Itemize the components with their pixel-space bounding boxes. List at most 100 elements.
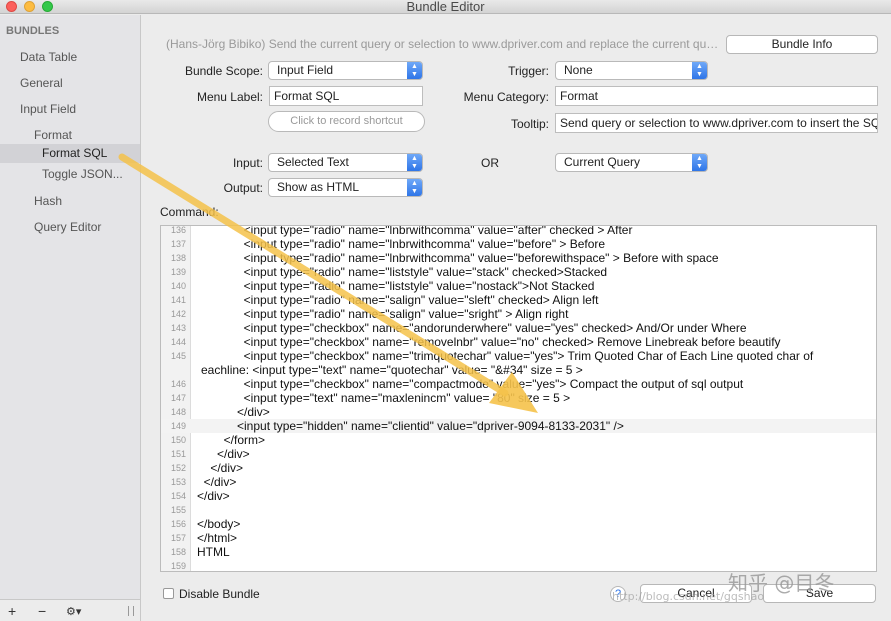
code-text: <input type="radio" name="liststyle" val… xyxy=(197,265,608,279)
code-text: </form> xyxy=(197,433,266,447)
code-line: 140 <input type="radio" name="liststyle"… xyxy=(161,279,876,293)
line-number: 158 xyxy=(170,547,186,557)
code-line: 147 <input type="text" name="maxlenincm"… xyxy=(161,391,876,405)
code-text: <input type="hidden" name="clientid" val… xyxy=(197,419,624,433)
code-text: <input type="checkbox" name="trimquotech… xyxy=(197,349,814,363)
line-number: 157 xyxy=(170,533,186,543)
sidebar-item-query-editor[interactable]: Query Editor xyxy=(34,220,101,234)
command-editor[interactable]: 136 <input type="radio" name="lnbrwithco… xyxy=(160,225,877,572)
chevron-updown-icon: ▲ ▼ xyxy=(407,154,422,171)
code-text: <input type="checkbox" name="removelnbr"… xyxy=(197,335,781,349)
code-text: </div> xyxy=(197,461,244,475)
sidebar-item-format-sql[interactable]: Format SQL xyxy=(0,144,140,163)
disable-bundle-label: Disable Bundle xyxy=(179,587,260,601)
bundle-scope-select[interactable]: Input Field ▲ ▼ xyxy=(268,61,423,80)
line-number: 142 xyxy=(170,309,186,319)
resize-handle-icon[interactable] xyxy=(128,606,134,616)
code-line: 154 </div> xyxy=(161,489,876,503)
sidebar-item-toggle-json[interactable]: Toggle JSON... xyxy=(42,167,123,181)
line-number: 144 xyxy=(170,337,186,347)
menu-category-field[interactable]: Format xyxy=(555,86,878,106)
tooltip-field[interactable]: Send query or selection to www.dpriver.c… xyxy=(555,113,878,133)
code-text: </div> xyxy=(197,447,250,461)
bundle-info-button[interactable]: Bundle Info xyxy=(726,35,878,54)
input-label: Input: xyxy=(232,156,263,170)
code-line: 148 </div> xyxy=(161,405,876,419)
trigger-value: None xyxy=(564,63,593,77)
code-text: </html> xyxy=(197,531,238,545)
line-number: 152 xyxy=(170,463,186,473)
code-text: <input type="radio" name="lnbrwithcomma"… xyxy=(197,237,606,251)
input-select[interactable]: Selected Text ▲ ▼ xyxy=(268,153,423,172)
line-number: 149 xyxy=(170,421,186,431)
chevron-updown-icon: ▲ ▼ xyxy=(692,62,707,79)
code-text: <input type="checkbox" name="compactmode… xyxy=(197,377,744,391)
code-line: 150 </form> xyxy=(161,433,876,447)
line-number: 150 xyxy=(170,435,186,445)
code-text: <input type="radio" name="liststyle" val… xyxy=(197,279,595,293)
bundle-description: (Hans-Jörg Bibiko) Send the current quer… xyxy=(166,37,721,51)
line-number: 148 xyxy=(170,407,186,417)
output-label: Output: xyxy=(223,181,263,195)
disable-bundle-checkbox[interactable] xyxy=(163,588,174,599)
trigger-label: Trigger: xyxy=(508,64,549,78)
line-number: 155 xyxy=(170,505,186,515)
code-text: <input type="text" name="maxlenincm" val… xyxy=(197,391,571,405)
code-line: 144 <input type="checkbox" name="removel… xyxy=(161,335,876,349)
line-number: 151 xyxy=(170,449,186,459)
code-text: <input type="radio" name="lnbrwithcomma"… xyxy=(197,251,719,265)
code-text: </body> xyxy=(197,517,241,531)
line-number: 143 xyxy=(170,323,186,333)
line-number: 153 xyxy=(170,477,186,487)
menu-label-field[interactable]: Format SQL xyxy=(269,86,423,106)
code-text: </div> xyxy=(197,405,270,419)
code-line: 158 HTML xyxy=(161,545,876,559)
input-fallback-value: Current Query xyxy=(564,155,641,169)
code-line: 136 <input type="radio" name="lnbrwithco… xyxy=(161,226,876,237)
code-line: 155 xyxy=(161,503,876,517)
sidebar-item-input-field[interactable]: Input Field xyxy=(20,102,76,116)
record-shortcut-button[interactable]: Click to record shortcut xyxy=(268,111,425,132)
line-number: 137 xyxy=(170,239,186,249)
or-label: OR xyxy=(481,156,499,170)
bundles-sidebar: BUNDLES Data Table General Input Field F… xyxy=(0,15,141,621)
sidebar-item-data-table[interactable]: Data Table xyxy=(20,50,77,64)
chevron-updown-icon: ▲ ▼ xyxy=(407,62,422,79)
sidebar-toolbar: + − ⚙▾ xyxy=(0,599,140,621)
code-text: <input type="checkbox" name="andorunderw… xyxy=(197,321,747,335)
code-line: 151 </div> xyxy=(161,447,876,461)
code-line: 138 <input type="radio" name="lnbrwithco… xyxy=(161,251,876,265)
code-line: 152 </div> xyxy=(161,461,876,475)
output-select[interactable]: Show as HTML ▲ ▼ xyxy=(268,178,423,197)
code-line: 139 <input type="radio" name="liststyle"… xyxy=(161,265,876,279)
sidebar-header: BUNDLES xyxy=(6,25,60,37)
line-number: 147 xyxy=(170,393,186,403)
sidebar-item-hash[interactable]: Hash xyxy=(34,194,62,208)
code-text: eachline: <input type="text" name="quote… xyxy=(201,363,583,377)
code-line: 141 <input type="radio" name="salign" va… xyxy=(161,293,876,307)
code-text: </div> xyxy=(197,489,230,503)
code-line: 153 </div> xyxy=(161,475,876,489)
menu-category-label: Menu Category: xyxy=(463,90,549,104)
code-line: 137 <input type="radio" name="lnbrwithco… xyxy=(161,237,876,251)
input-fallback-select[interactable]: Current Query ▲ ▼ xyxy=(555,153,708,172)
line-number: 138 xyxy=(170,253,186,263)
trigger-select[interactable]: None ▲ ▼ xyxy=(555,61,708,80)
code-line: 157 </html> xyxy=(161,531,876,545)
code-line: 142 <input type="radio" name="salign" va… xyxy=(161,307,876,321)
remove-bundle-button[interactable]: − xyxy=(38,603,46,619)
add-bundle-button[interactable]: + xyxy=(8,603,16,619)
code-text: <input type="radio" name="salign" value=… xyxy=(197,307,569,321)
command-label: Command: xyxy=(160,205,219,219)
code-text: HTML xyxy=(197,545,230,559)
code-line: 145 <input type="checkbox" name="trimquo… xyxy=(161,349,876,363)
bundle-scope-value: Input Field xyxy=(277,63,334,77)
line-number: 156 xyxy=(170,519,186,529)
sidebar-item-general[interactable]: General xyxy=(20,76,63,90)
menu-label-label: Menu Label: xyxy=(196,90,263,104)
sidebar-item-format[interactable]: Format xyxy=(34,128,72,142)
tooltip-label: Tooltip: xyxy=(510,117,549,131)
watermark-url: http://blog.csdn.net/gqshao xyxy=(612,590,765,603)
gear-icon[interactable]: ⚙▾ xyxy=(66,605,81,618)
line-number: 146 xyxy=(170,379,186,389)
